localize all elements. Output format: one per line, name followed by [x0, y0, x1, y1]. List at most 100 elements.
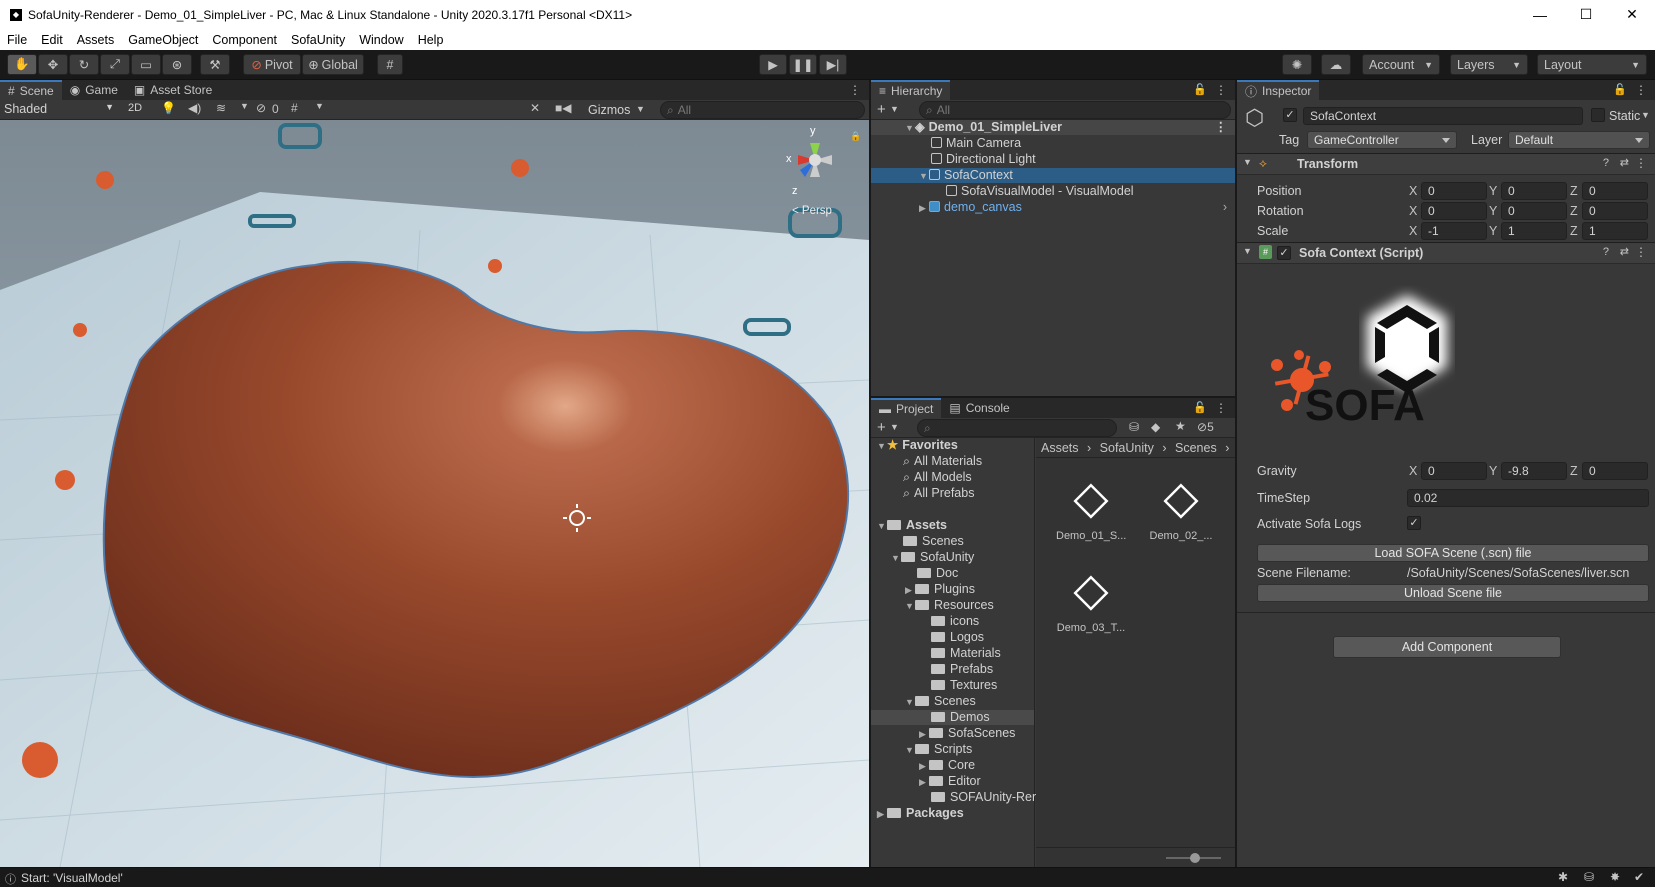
hierarchy-lock-icon[interactable]: 🔓	[1193, 83, 1207, 96]
gravity-y-field[interactable]: -9.8	[1501, 462, 1567, 480]
favorite-all-prefabs[interactable]: ⌕ All Prefabs	[871, 486, 1034, 501]
timestep-field[interactable]: 0.02	[1407, 489, 1649, 507]
account-dropdown[interactable]: Account ▼	[1362, 54, 1440, 75]
folder-materials[interactable]: Materials	[871, 646, 1034, 661]
help-icon[interactable]: ?	[1603, 246, 1609, 258]
layout-dropdown[interactable]: Layout ▼	[1537, 54, 1647, 75]
cache-server-icon[interactable]: ⛁	[1584, 870, 1594, 884]
folder-resources[interactable]: ▼ Resources	[871, 598, 1034, 613]
effects-dropdown-icon[interactable]: ▼	[240, 101, 249, 111]
bug-icon[interactable]: ✱	[1558, 870, 1568, 884]
create-plus-icon[interactable]: +	[877, 419, 886, 436]
component-menu-icon[interactable]: ⋮	[1635, 156, 1647, 170]
grid-snap-icon[interactable]: #	[377, 54, 403, 75]
expand-arrow-icon[interactable]: ▼	[877, 439, 887, 454]
folder-scripts[interactable]: ▼ Scripts	[871, 742, 1034, 757]
collapse-arrow-icon[interactable]: ▶	[905, 583, 915, 598]
create-dropdown-icon[interactable]: ▼	[890, 422, 899, 432]
gravity-z-field[interactable]: 0	[1582, 462, 1648, 480]
tab-scene[interactable]: # Scene	[0, 80, 62, 100]
grid-toggle-icon[interactable]: #	[291, 101, 298, 115]
collapse-arrow-icon[interactable]: ▶	[877, 807, 887, 822]
position-x-field[interactable]: 0	[1421, 182, 1487, 200]
asset-demo-02[interactable]: ◇ Demo_02_...	[1146, 472, 1216, 542]
tab-inspector[interactable]: ⓘ Inspector	[1237, 80, 1320, 100]
collapse-arrow-icon[interactable]: ▶	[919, 727, 929, 742]
pause-button[interactable]: ❚❚	[789, 54, 817, 75]
hidden-packages-icon[interactable]: ⊘5	[1197, 420, 1214, 434]
tab-game[interactable]: ◉ Game	[62, 80, 126, 100]
gizmos-dropdown[interactable]: Gizmos	[588, 103, 630, 117]
preset-icon[interactable]: ⇄	[1620, 156, 1629, 169]
static-dropdown-icon[interactable]: ▼	[1641, 110, 1650, 120]
folder-textures[interactable]: Textures	[871, 678, 1034, 693]
hierarchy-item-sofavisualmodel[interactable]: SofaVisualModel - VisualModel	[871, 184, 1235, 199]
collapse-arrow-icon[interactable]: ▶	[919, 775, 929, 790]
folder-logos[interactable]: Logos	[871, 630, 1034, 645]
scale-z-field[interactable]: 1	[1582, 222, 1648, 240]
hierarchy-search-input[interactable]: ⌕ All	[919, 101, 1231, 119]
asset-demo-01[interactable]: ◇ Demo_01_S...	[1056, 472, 1126, 542]
hand-tool-icon[interactable]: ✋	[7, 54, 37, 75]
menu-gameobject[interactable]: GameObject	[121, 33, 205, 47]
search-by-label-icon[interactable]: ◆	[1151, 420, 1160, 434]
custom-tool-icon[interactable]: ⚒	[200, 54, 230, 75]
transform-tool-icon[interactable]: ⊛	[162, 54, 192, 75]
preset-icon[interactable]: ⇄	[1620, 245, 1629, 258]
hierarchy-item-main-camera[interactable]: Main Camera	[871, 136, 1235, 151]
step-button[interactable]: ▶|	[819, 54, 847, 75]
status-message[interactable]: Start: 'VisualModel'	[21, 871, 123, 885]
menu-sofaunity[interactable]: SofaUnity	[284, 33, 352, 47]
favorites-star-icon[interactable]: ★	[1175, 419, 1186, 433]
maximize-button[interactable]: ☐	[1563, 0, 1609, 29]
scale-y-field[interactable]: 1	[1501, 222, 1567, 240]
expand-arrow-icon[interactable]: ▼	[891, 551, 901, 566]
folder-sofascenes[interactable]: ▶ SofaScenes	[871, 726, 1034, 741]
effects-toggle-icon[interactable]: ≋	[216, 101, 226, 115]
static-checkbox[interactable]	[1591, 108, 1605, 122]
menu-file[interactable]: File	[0, 33, 34, 47]
tab-asset-store[interactable]: ▣ Asset Store	[126, 80, 220, 100]
inspector-menu-icon[interactable]: ⋮	[1635, 83, 1647, 97]
collapse-arrow-icon[interactable]: ▶	[919, 201, 929, 216]
unload-scene-button[interactable]: Unload Scene file	[1257, 584, 1649, 602]
tab-project[interactable]: ▬ Project	[871, 398, 942, 418]
scale-x-field[interactable]: -1	[1421, 222, 1487, 240]
project-search-input[interactable]: ⌕	[917, 419, 1117, 437]
folder-demos[interactable]: Demos	[871, 710, 1034, 725]
expand-arrow-icon[interactable]: ▼	[905, 743, 915, 758]
expand-arrow-icon[interactable]: ▼	[905, 599, 915, 614]
rotation-z-field[interactable]: 0	[1582, 202, 1648, 220]
camera-icon[interactable]: ■◀	[555, 101, 571, 115]
tab-console[interactable]: ▤ Console	[941, 398, 1017, 418]
expand-arrow-icon[interactable]: ▼	[919, 169, 929, 184]
transform-header[interactable]: ▼ ⟡ Transform ? ⇄ ⋮	[1237, 153, 1655, 175]
menu-window[interactable]: Window	[352, 33, 410, 47]
menu-assets[interactable]: Assets	[70, 33, 122, 47]
folder-icons[interactable]: icons	[871, 614, 1034, 629]
folder-scenes[interactable]: Scenes	[871, 534, 1034, 549]
create-dropdown-icon[interactable]: ▼	[890, 104, 899, 114]
rotate-tool-icon[interactable]: ↻	[69, 54, 99, 75]
folder-packages[interactable]: ▶ Packages	[871, 806, 1034, 821]
audio-toggle-icon[interactable]: ◀)	[188, 101, 201, 115]
lock-icon[interactable]: 🔒	[850, 131, 861, 142]
folder-sofaunity-rer[interactable]: SOFAUnity-Rer	[871, 790, 1036, 805]
script-enabled-checkbox[interactable]: ✓	[1277, 246, 1291, 260]
grid-dropdown-icon[interactable]: ▼	[315, 101, 324, 111]
mode-2d-toggle[interactable]: 2D	[128, 102, 150, 118]
hierarchy-item-demo-canvas[interactable]: ▶ demo_canvas ›	[871, 200, 1235, 215]
global-toggle[interactable]: ⊕ Global	[302, 54, 364, 75]
scene-root-row[interactable]: ▼◈ Demo_01_SimpleLiver ⋮	[871, 120, 1235, 135]
tab-hierarchy[interactable]: ≡ Hierarchy	[871, 80, 951, 100]
collapse-arrow-icon[interactable]: ▶	[919, 759, 929, 774]
search-by-type-icon[interactable]: ⛁	[1129, 420, 1139, 434]
tag-dropdown[interactable]: GameController	[1307, 131, 1457, 149]
folder-sofaunity[interactable]: ▼ SofaUnity	[871, 550, 1034, 565]
cloud-icon[interactable]: ☁	[1321, 54, 1351, 75]
zoom-slider-thumb[interactable]	[1190, 853, 1200, 863]
pivot-toggle[interactable]: ⊘ Pivot	[243, 54, 301, 75]
position-z-field[interactable]: 0	[1582, 182, 1648, 200]
rect-tool-icon[interactable]: ▭	[131, 54, 161, 75]
active-checkbox[interactable]: ✓	[1283, 108, 1297, 122]
